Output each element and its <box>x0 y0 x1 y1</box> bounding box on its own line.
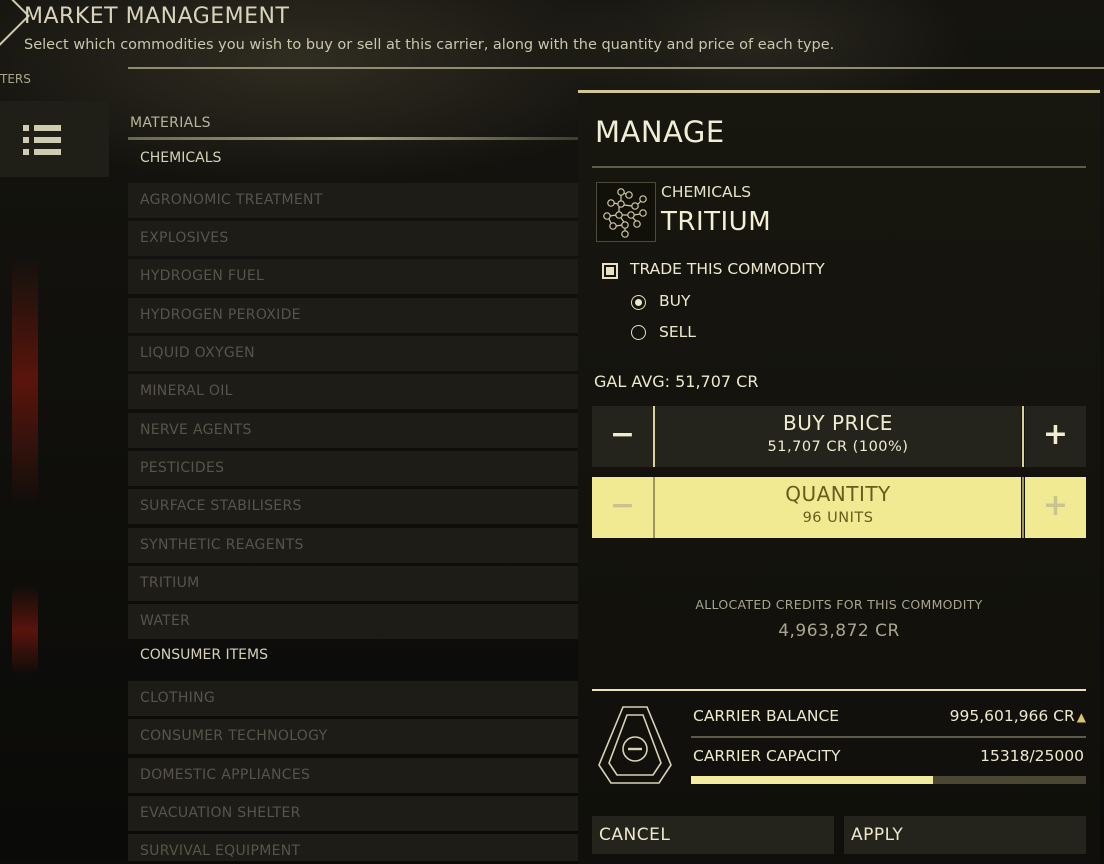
manage-panel: MANAGE CHEMICALS TRITIUM TRADE THIS COMM… <box>578 90 1100 864</box>
list-item[interactable]: EXPLOSIVES <box>128 221 578 256</box>
filter-list-button[interactable] <box>0 101 109 177</box>
list-icon <box>23 125 63 155</box>
category-header[interactable]: CHEMICALS <box>128 142 578 176</box>
commodity-category: CHEMICALS <box>661 183 752 201</box>
carrier-capacity-fill <box>691 776 934 784</box>
list-item[interactable]: LIQUID OXYGEN <box>128 336 578 371</box>
divider <box>128 67 1104 69</box>
carrier-balance-label: CARRIER BALANCE <box>693 707 840 725</box>
decrease-price-button[interactable]: − <box>592 406 653 467</box>
buy-price-title: BUY PRICE <box>783 411 893 435</box>
allocated-credits-label: ALLOCATED CREDITS FOR THIS COMMODITY <box>695 597 983 612</box>
list-item[interactable]: HYDROGEN PEROXIDE <box>128 298 578 333</box>
quantity-title: QUANTITY <box>785 482 891 506</box>
background-glow <box>12 585 38 675</box>
carrier-capacity-value: 15318/25000 <box>980 747 1084 765</box>
list-item[interactable]: WATER <box>128 604 578 639</box>
trade-checkbox[interactable] <box>602 263 618 279</box>
molecule-icon <box>596 182 656 242</box>
list-item[interactable]: PESTICIDES <box>128 451 578 486</box>
background-glow <box>12 255 38 505</box>
divider <box>128 137 588 140</box>
carrier-capacity-label: CARRIER CAPACITY <box>693 747 841 765</box>
divider <box>592 166 1086 168</box>
divider <box>1022 406 1024 467</box>
buy-price-stepper: − BUY PRICE 51,707 CR (100%) + <box>592 406 1086 467</box>
filters-label: TERS <box>0 72 31 86</box>
sell-radio-label[interactable]: SELL <box>659 323 696 341</box>
list-item[interactable]: CLOTHING <box>128 681 578 716</box>
decrease-quantity-button[interactable]: − <box>592 477 653 538</box>
divider <box>1022 477 1024 538</box>
list-item[interactable]: HYDROGEN FUEL <box>128 259 578 294</box>
quantity-display: QUANTITY 96 UNITS <box>655 477 1021 538</box>
quantity-value: 96 UNITS <box>802 510 874 526</box>
buy-price-display: BUY PRICE 51,707 CR (100%) <box>655 406 1021 467</box>
buy-radio-label[interactable]: BUY <box>659 292 690 310</box>
list-item[interactable]: TRITIUM <box>128 566 578 601</box>
panel-title: MANAGE <box>595 115 725 149</box>
cancel-button[interactable]: CANCEL <box>592 816 834 854</box>
buy-price-value: 51,707 CR (100%) <box>767 439 909 455</box>
list-item[interactable]: DOMESTIC APPLIANCES <box>128 758 578 793</box>
list-item[interactable]: AGRONOMIC TREATMENT <box>128 183 578 218</box>
carrier-balance-amount: 995,601,966 CR <box>949 707 1075 725</box>
divider <box>592 689 1086 691</box>
trade-label[interactable]: TRADE THIS COMMODITY <box>630 260 825 278</box>
allocated-credits-value: 4,963,872 CR <box>778 621 900 641</box>
commodity-list: CHEMICALS AGRONOMIC TREATMENT EXPLOSIVES… <box>128 142 578 861</box>
list-item[interactable]: SURFACE STABILISERS <box>128 489 578 524</box>
page-subtitle: Select which commodities you wish to buy… <box>24 37 835 53</box>
credits-icon: ▲ <box>1076 710 1086 724</box>
list-item[interactable]: CONSUMER TECHNOLOGY <box>128 719 578 754</box>
section-label: MATERIALS <box>130 115 211 131</box>
increase-quantity-button[interactable]: + <box>1025 477 1086 538</box>
quantity-stepper: − QUANTITY 96 UNITS + <box>592 477 1086 538</box>
fleet-carrier-icon <box>597 705 673 785</box>
increase-price-button[interactable]: + <box>1025 406 1086 467</box>
carrier-capacity-bar <box>691 776 1086 784</box>
list-item[interactable]: MINERAL OIL <box>128 374 578 409</box>
page-title: MARKET MANAGEMENT <box>24 4 290 29</box>
list-item[interactable]: EVACUATION SHELTER <box>128 796 578 831</box>
list-item[interactable]: NERVE AGENTS <box>128 413 578 448</box>
list-item[interactable]: SURVIVAL EQUIPMENT <box>128 834 578 861</box>
category-header[interactable]: CONSUMER ITEMS <box>128 639 578 673</box>
list-item[interactable]: SYNTHETIC REAGENTS <box>128 528 578 563</box>
commodity-name: TRITIUM <box>661 207 772 237</box>
buy-radio[interactable] <box>631 295 646 310</box>
divider <box>691 736 1086 738</box>
apply-button[interactable]: APPLY <box>844 816 1086 854</box>
galactic-average-price: GAL AVG: 51,707 CR <box>594 372 759 391</box>
carrier-balance-value: 995,601,966 CR ▲ <box>950 707 1086 725</box>
sell-radio[interactable] <box>631 325 646 340</box>
